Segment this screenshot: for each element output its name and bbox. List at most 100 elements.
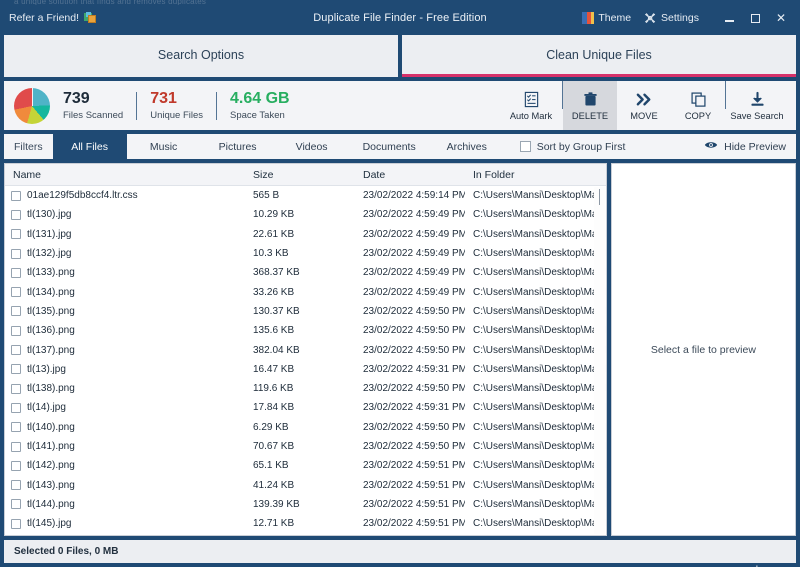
save-search-button[interactable]: Save Search [726, 81, 788, 130]
table-row[interactable]: tl(13).jpg16.47 KB23/02/2022 4:59:31 PMC… [5, 360, 606, 379]
copy-label: COPY [685, 111, 711, 121]
tab-clean-unique-files[interactable]: Clean Unique Files [402, 35, 796, 77]
cell-folder: C:\Users\Mansi\Desktop\MaM [465, 209, 606, 220]
table-row[interactable]: tl(145).jpg12.71 KB23/02/2022 4:59:51 PM… [5, 514, 606, 533]
file-name-text: tl(138).png [27, 383, 75, 394]
cell-folder: C:\Users\Mansi\Desktop\MaM [465, 422, 606, 433]
row-checkbox[interactable] [11, 519, 21, 529]
cell-date: 23/02/2022 4:59:51 PM [355, 460, 465, 471]
cell-size: 130.37 KB [245, 306, 355, 317]
cell-name: tl(136).png [5, 325, 245, 336]
tab-search-options[interactable]: Search Options [4, 35, 398, 77]
table-row[interactable]: tl(138).png119.6 KB23/02/2022 4:59:50 PM… [5, 379, 606, 398]
hide-preview-button[interactable]: Hide Preview [704, 140, 796, 153]
settings-button[interactable]: Settings [644, 12, 699, 25]
filter-tab-videos[interactable]: Videos [275, 134, 349, 159]
row-checkbox[interactable] [11, 345, 21, 355]
cell-date: 23/02/2022 4:59:50 PM [355, 325, 465, 336]
sort-by-group-first-label: Sort by Group First [537, 141, 626, 153]
theme-label: Theme [598, 12, 631, 24]
file-name-text: tl(137).png [27, 345, 75, 356]
filter-tab-music[interactable]: Music [127, 134, 201, 159]
row-checkbox[interactable] [11, 364, 21, 374]
scrollbar-thumb[interactable] [599, 189, 601, 205]
cell-size: 6.29 KB [245, 422, 355, 433]
table-row[interactable]: tl(130).jpg10.29 KB23/02/2022 4:59:49 PM… [5, 205, 606, 224]
row-checkbox[interactable] [11, 442, 21, 452]
row-checkbox[interactable] [11, 249, 21, 259]
row-checkbox[interactable] [11, 268, 21, 278]
row-checkbox[interactable] [11, 461, 21, 471]
sort-by-group-first-checkbox[interactable]: Sort by Group First [520, 141, 626, 153]
row-checkbox[interactable] [11, 191, 21, 201]
divider [725, 81, 726, 109]
cell-folder: C:\Users\Mansi\Desktop\MaM [465, 499, 606, 510]
stats-toolbar: 739 Files Scanned 731 Unique Files 4.64 … [4, 81, 796, 130]
copy-button[interactable]: COPY [671, 81, 725, 130]
cell-date: 23/02/2022 4:59:50 PM [355, 345, 465, 356]
tab-search-options-label: Search Options [158, 48, 244, 62]
table-row[interactable]: tl(133).png368.37 KB23/02/2022 4:59:49 P… [5, 263, 606, 282]
cell-folder: C:\Users\Mansi\Desktop\MaM [465, 441, 606, 452]
window-top-strip: a unique solution that finds and removes… [0, 0, 800, 5]
filter-tab-pictures[interactable]: Pictures [201, 134, 275, 159]
table-row[interactable]: tl(134).png33.26 KB23/02/2022 4:59:49 PM… [5, 282, 606, 301]
cell-folder: C:\Users\Mansi\Desktop\MaM [465, 306, 606, 317]
move-button[interactable]: MOVE [617, 81, 671, 130]
row-checkbox[interactable] [11, 229, 21, 239]
table-row[interactable]: tl(131).jpg22.61 KB23/02/2022 4:59:49 PM… [5, 225, 606, 244]
table-row[interactable]: tl(132).jpg10.3 KB23/02/2022 4:59:49 PMC… [5, 244, 606, 263]
cell-folder: C:\Users\Mansi\Desktop\MaM [465, 383, 606, 394]
row-checkbox[interactable] [11, 210, 21, 220]
table-row[interactable]: 01ae129f5db8ccf4.ltr.css565 B23/02/2022 … [5, 186, 606, 205]
copy-icon [690, 91, 707, 108]
cell-folder: C:\Users\Mansi\Desktop\MaM [465, 325, 606, 336]
row-checkbox[interactable] [11, 287, 21, 297]
filter-tab-all-files[interactable]: All Files [53, 134, 127, 159]
cell-size: 17.84 KB [245, 402, 355, 413]
cell-name: 01ae129f5db8ccf4.ltr.css [5, 190, 245, 201]
row-checkbox[interactable] [11, 403, 21, 413]
table-row[interactable]: tl(14).jpg17.84 KB23/02/2022 4:59:31 PMC… [5, 398, 606, 417]
file-name-text: tl(142).png [27, 460, 75, 471]
file-name-text: tl(133).png [27, 267, 75, 278]
cell-folder: C:\Users\Mansi\Desktop\MaM [465, 248, 606, 259]
column-header-folder[interactable]: In Folder [465, 169, 606, 181]
delete-button[interactable]: DELETE [563, 81, 617, 130]
action-button-group: Auto Mark DELETE [500, 81, 788, 130]
row-checkbox[interactable] [11, 480, 21, 490]
table-row[interactable]: tl(137).png382.04 KB23/02/2022 4:59:50 P… [5, 340, 606, 359]
stat-space-taken: 4.64 GB Space Taken [217, 90, 303, 120]
row-checkbox[interactable] [11, 499, 21, 509]
column-header-name[interactable]: Name [5, 169, 245, 181]
table-row[interactable]: tl(141).png70.67 KB23/02/2022 4:59:50 PM… [5, 437, 606, 456]
filter-tab-videos-label: Videos [296, 141, 328, 153]
gift-image-icon [84, 12, 97, 24]
double-chevron-right-icon [635, 91, 654, 108]
file-list-scrollbar[interactable] [594, 187, 605, 534]
table-row[interactable]: tl(135).png130.37 KB23/02/2022 4:59:50 P… [5, 302, 606, 321]
column-header-date[interactable]: Date [355, 169, 465, 181]
filter-tab-archives[interactable]: Archives [430, 134, 504, 159]
refer-a-friend-button[interactable]: Refer a Friend! [9, 12, 97, 24]
table-row[interactable]: tl(144).png139.39 KB23/02/2022 4:59:51 P… [5, 495, 606, 514]
column-header-size[interactable]: Size [245, 169, 355, 181]
row-checkbox[interactable] [11, 326, 21, 336]
cell-date: 23/02/2022 4:59:49 PM [355, 287, 465, 298]
auto-mark-button[interactable]: Auto Mark [500, 81, 562, 130]
maximize-button[interactable] [742, 6, 768, 30]
row-checkbox[interactable] [11, 422, 21, 432]
row-checkbox[interactable] [11, 306, 21, 316]
table-row[interactable]: tl(143).png41.24 KB23/02/2022 4:59:51 PM… [5, 475, 606, 494]
minimize-button[interactable] [716, 6, 742, 30]
stat-unique-files: 731 Unique Files [137, 90, 216, 120]
row-checkbox[interactable] [11, 384, 21, 394]
filter-tab-documents[interactable]: Documents [349, 134, 430, 159]
checkbox-icon [520, 141, 531, 152]
table-row[interactable]: tl(140).png6.29 KB23/02/2022 4:59:50 PMC… [5, 418, 606, 437]
table-row[interactable]: tl(136).png135.6 KB23/02/2022 4:59:50 PM… [5, 321, 606, 340]
theme-button[interactable]: Theme [582, 12, 631, 24]
divider [136, 92, 137, 120]
close-button[interactable]: ✕ [768, 6, 794, 30]
table-row[interactable]: tl(142).png65.1 KB23/02/2022 4:59:51 PMC… [5, 456, 606, 475]
